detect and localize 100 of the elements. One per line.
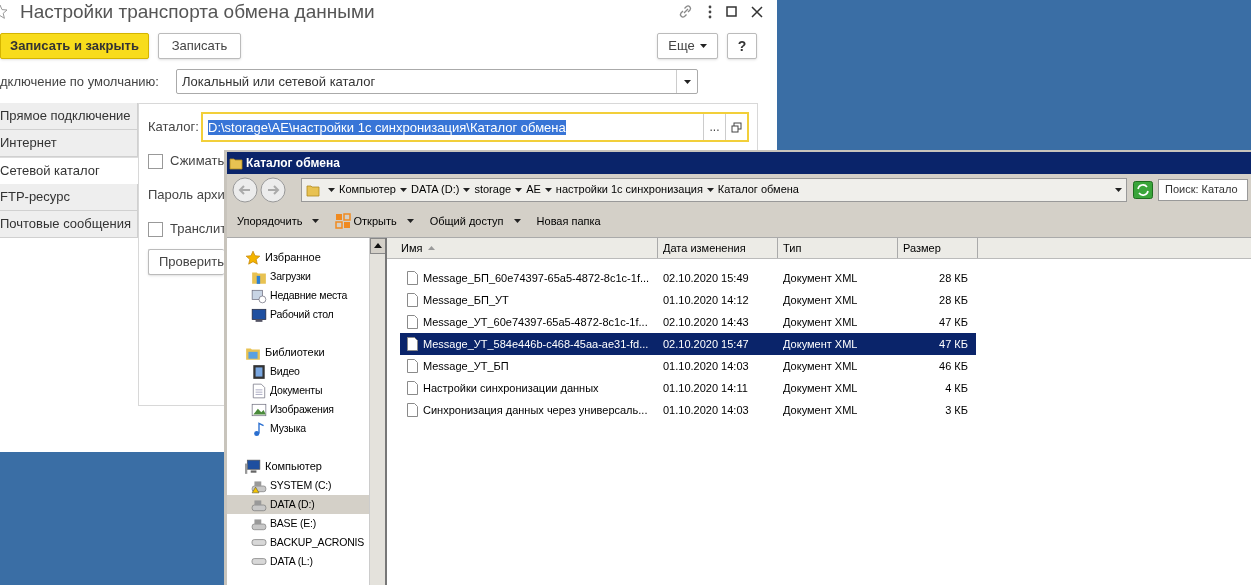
browse-button[interactable]: ... [703, 114, 725, 140]
caret-icon [312, 219, 320, 224]
toolbar-button[interactable]: Новая папка [536, 212, 601, 230]
breadcrumb-arrow-icon [399, 187, 407, 192]
refresh-icon[interactable] [1133, 180, 1153, 199]
link-icon[interactable] [677, 3, 694, 20]
dropdown-icon [683, 79, 691, 84]
folder-icon [306, 182, 320, 197]
file-row[interactable]: Message_УТ_584e446b-c468-45aa-ae31-fd... 02.10.2020 15:47 Документ XML 47 КБ [400, 333, 976, 355]
music-note-icon [251, 420, 267, 437]
open-icon [335, 213, 352, 230]
catalog-path-field[interactable]: D:\storage\AE\настройки 1с синхронизация\Каталог обмена ... [201, 112, 749, 142]
nav-section[interactable]: Компьютер [265, 458, 322, 475]
breadcrumb-arrow-icon [328, 187, 335, 192]
nav-item[interactable]: DATA (D:) [227, 495, 369, 514]
checkbox-label: Транслит [170, 220, 227, 239]
nav-item[interactable]: Видео [227, 362, 369, 381]
check-button[interactable]: Проверить [148, 249, 224, 275]
help-button[interactable]: ? [727, 33, 757, 59]
breadcrumb[interactable]: Каталог обмена [717, 181, 799, 198]
film-icon [251, 363, 267, 380]
file-row[interactable]: Message_БП_УТ 01.10.2020 14:12 Документ XML 28 КБ [400, 289, 976, 311]
file-icon [407, 293, 418, 307]
more-options-icon[interactable] [708, 4, 712, 19]
save-and-close-button[interactable]: Записать и закрыть [0, 33, 149, 59]
tab[interactable]: Интернет [0, 130, 138, 157]
nav-item[interactable]: DATA (L:) [227, 552, 369, 571]
breadcrumb[interactable]: AE [526, 181, 541, 198]
breadcrumb[interactable]: DATA (D:) [410, 181, 460, 198]
checkbox[interactable] [148, 221, 163, 237]
caret-icon [406, 219, 414, 224]
breadcrumb-arrow-icon [544, 187, 552, 192]
breadcrumb-arrow-icon [515, 187, 523, 192]
column-header[interactable]: Размер [898, 238, 978, 258]
nav-item[interactable]: Изображения [227, 400, 369, 419]
toolbar-button[interactable]: Общий доступ [429, 212, 521, 230]
drive-icon [251, 539, 267, 546]
nav-item[interactable]: Документы [227, 381, 369, 400]
breadcrumb-arrow-icon [463, 187, 471, 192]
tab[interactable]: Почтовые сообщения [0, 211, 138, 238]
window-title: Каталог обмена [246, 154, 340, 172]
nav-section[interactable]: Библиотеки [265, 344, 325, 361]
caret-icon [699, 44, 707, 48]
nav-item[interactable]: Музыка [227, 419, 369, 438]
file-icon [407, 271, 418, 285]
star-icon [245, 249, 261, 266]
column-header[interactable]: Тип [778, 238, 898, 258]
nav-section[interactable]: Избранное [265, 249, 321, 266]
open-window-icon[interactable] [731, 121, 742, 133]
nav-item[interactable]: Недавние места [227, 286, 369, 305]
breadcrumb[interactable]: Компьютер [339, 181, 396, 198]
column-header[interactable]: Имя [387, 238, 658, 258]
field-label: Каталог: [148, 118, 200, 137]
desktop-icon [251, 306, 267, 323]
more-button[interactable]: Еще [657, 33, 718, 59]
folder-icon [229, 155, 243, 170]
drive-icon [251, 558, 267, 565]
tab[interactable]: FTP-ресурс [0, 184, 138, 211]
dropdown-icon [1115, 187, 1122, 192]
breadcrumb[interactable]: настройки 1с синхронизация [555, 181, 703, 198]
field-label: дключение по умолчанию: [0, 72, 160, 91]
address-bar[interactable]: Компьютер DATA (D:) storage AE настройки 1с синхронизация Каталог обмена [301, 177, 1127, 202]
nav-item[interactable]: BASE (E:) [227, 514, 369, 533]
breadcrumb[interactable]: storage [474, 181, 512, 198]
connection-select[interactable]: Локальный или сетевой каталог [176, 69, 698, 94]
nav-item[interactable]: Рабочий стол [227, 305, 369, 324]
nav-item[interactable]: SYSTEM (C:) [227, 476, 369, 495]
file-icon [407, 381, 418, 395]
file-row[interactable]: Синхронизация данных через универсаль... 01.10.2020 14:03 Документ XML 3 КБ [400, 399, 976, 421]
nav-item[interactable]: Загрузки [227, 267, 369, 286]
tab[interactable]: Прямое подключение [0, 103, 138, 130]
field-label: Пароль архи [148, 186, 225, 205]
breadcrumb-arrow-icon [706, 187, 714, 192]
toolbar-button[interactable]: Открыть [335, 212, 414, 230]
file-icon [407, 403, 418, 417]
scroll-up-icon[interactable] [370, 238, 386, 254]
file-row[interactable]: Настройки синхронизации данных 01.10.2020 14:11 Документ XML 4 КБ [400, 377, 976, 399]
computer-icon [245, 458, 261, 475]
save-button[interactable]: Записать [158, 33, 241, 59]
maximize-icon[interactable] [726, 6, 737, 17]
file-icon [407, 315, 418, 329]
image-icon [251, 401, 267, 418]
close-icon[interactable] [751, 5, 763, 18]
document-icon [251, 382, 267, 399]
search-field[interactable]: Поиск: Катало [1158, 178, 1248, 201]
file-icon [407, 359, 418, 373]
caret-icon [513, 219, 521, 224]
file-row[interactable]: Message_БП_60e74397-65a5-4872-8c1c-1f... 02.10.2020 15:49 Документ XML 28 КБ [400, 267, 976, 289]
checkbox[interactable] [148, 153, 163, 169]
nav-item[interactable]: BACKUP_ACRONIS [227, 533, 369, 552]
toolbar-button[interactable]: Упорядочить [237, 212, 320, 230]
sort-arrow-icon [428, 246, 436, 250]
recent-places-icon [251, 287, 267, 304]
file-row[interactable]: Message_УТ_БП 01.10.2020 14:03 Документ XML 46 КБ [400, 355, 976, 377]
checkbox-label: Сжимать [170, 152, 225, 171]
path-text: D:\storage\AE\настройки 1с синхронизация\Каталог обмена [208, 120, 566, 135]
file-row[interactable]: Message_УТ_60e74397-65a5-4872-8c1c-1f... 02.10.2020 14:43 Документ XML 47 КБ [400, 311, 976, 333]
column-header[interactable]: Дата изменения [658, 238, 778, 258]
window-title: Настройки транспорта обмена данными [20, 2, 375, 21]
file-icon [407, 337, 418, 351]
